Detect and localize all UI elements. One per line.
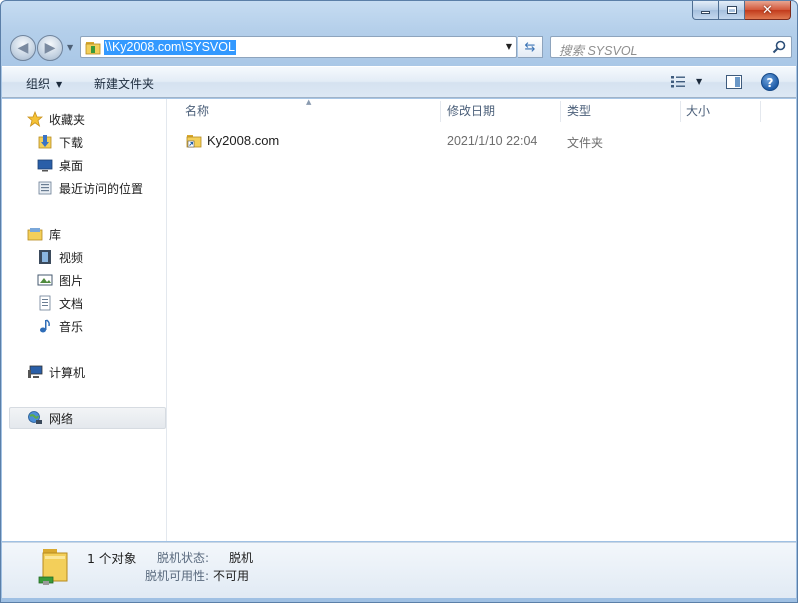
recent-places-icon <box>38 181 52 195</box>
nav-computer-label: 计算机 <box>49 365 86 380</box>
view-options-icon[interactable] <box>670 75 686 89</box>
folder-shortcut-icon <box>186 135 202 148</box>
help-button[interactable]: ? <box>761 73 779 91</box>
search-input[interactable]: 搜索 SYSVOL <box>550 36 792 58</box>
nav-pictures[interactable]: 图片 <box>37 269 83 291</box>
search-icon[interactable] <box>772 40 786 54</box>
nav-documents-label: 文档 <box>59 296 84 311</box>
nav-libraries[interactable]: 库 <box>27 223 61 245</box>
nav-network-label: 网络 <box>49 411 74 426</box>
nav-music[interactable]: 音乐 <box>37 315 83 337</box>
sort-ascending-icon: ▲ <box>306 98 312 106</box>
organize-button[interactable]: 组织 ▼ <box>26 75 62 92</box>
nav-desktop[interactable]: 桌面 <box>37 154 83 176</box>
offline-status-label: 脱机状态: <box>157 551 210 565</box>
column-header-type[interactable]: 类型 <box>567 99 591 124</box>
column-divider[interactable] <box>440 101 441 122</box>
search-placeholder: 搜索 SYSVOL <box>559 44 638 58</box>
network-folder-icon <box>85 42 101 55</box>
column-divider[interactable] <box>560 101 561 122</box>
library-icon <box>27 228 43 241</box>
maximize-button[interactable] <box>719 1 745 20</box>
offline-availability-label: 脱机可用性: <box>145 569 210 583</box>
network-folder-icon <box>38 549 68 585</box>
nav-recent-places-label: 最近访问的位置 <box>59 181 144 196</box>
view-options-dropdown[interactable]: ▼ <box>696 77 702 86</box>
nav-downloads[interactable]: 下载 <box>37 131 83 153</box>
maximize-icon <box>726 6 737 14</box>
refresh-icon: ⇆ <box>524 39 536 55</box>
refresh-button[interactable]: ⇆ <box>518 36 543 58</box>
new-folder-button[interactable]: 新建文件夹 <box>94 75 154 92</box>
explorer-window: ✕ ◀ ▶ ▼ \\Ky2008.com\SYSVOL ▼ ⇆ 搜索 SYSVO… <box>0 0 798 603</box>
command-bar: 组织 ▼ 新建文件夹 ▼ ? <box>2 66 796 98</box>
nav-pictures-label: 图片 <box>59 273 84 288</box>
offline-availability-value: 不可用 <box>213 569 250 583</box>
pictures-icon <box>37 274 53 286</box>
nav-recent-places[interactable]: 最近访问的位置 <box>37 177 143 199</box>
content-area: 收藏夹 下载 桌面 最近访问的位置 库 视频 图片 文档 音乐 计算机 网络 ▲… <box>2 98 796 541</box>
minimize-icon <box>701 11 710 14</box>
close-icon: ✕ <box>762 2 773 18</box>
minimize-button[interactable] <box>692 1 719 20</box>
address-dropdown-icon[interactable]: ▼ <box>506 42 512 51</box>
desktop-icon <box>37 159 53 172</box>
chevron-down-icon: ▼ <box>56 80 63 89</box>
column-header-date[interactable]: 修改日期 <box>447 99 495 124</box>
nav-videos-label: 视频 <box>59 250 84 265</box>
nav-libraries-label: 库 <box>49 227 62 242</box>
nav-videos[interactable]: 视频 <box>37 246 83 268</box>
video-icon <box>39 250 51 264</box>
organize-label: 组织 <box>26 77 51 91</box>
close-button[interactable]: ✕ <box>745 1 791 20</box>
network-icon <box>28 411 42 424</box>
item-count: 1 个对象 <box>87 551 137 566</box>
column-divider[interactable] <box>680 101 681 122</box>
music-icon <box>40 319 50 333</box>
nav-favorites[interactable]: 收藏夹 <box>27 108 85 130</box>
nav-computer[interactable]: 计算机 <box>27 361 85 383</box>
back-button[interactable]: ◀ <box>10 35 36 61</box>
offline-status-value: 脱机 <box>229 551 254 565</box>
navigation-bar: ◀ ▶ ▼ \\Ky2008.com\SYSVOL ▼ ⇆ 搜索 SYSVOL <box>1 31 798 63</box>
caption-buttons: ✕ <box>692 1 791 21</box>
nav-downloads-label: 下载 <box>59 135 84 150</box>
file-name[interactable]: Ky2008.com <box>207 133 279 148</box>
address-bar[interactable]: \\Ky2008.com\SYSVOL ▼ <box>80 36 517 58</box>
forward-arrow-icon: ▶ <box>44 40 56 56</box>
star-icon <box>27 111 43 127</box>
forward-button[interactable]: ▶ <box>37 35 63 61</box>
file-type: 文件夹 <box>567 136 604 150</box>
file-row[interactable]: Ky2008.com 2021/1/10 22:04 文件夹 <box>183 131 783 151</box>
column-header-size[interactable]: 大小 <box>686 99 710 124</box>
address-path[interactable]: \\Ky2008.com\SYSVOL <box>104 40 236 55</box>
back-arrow-icon: ◀ <box>17 40 29 56</box>
nav-music-label: 音乐 <box>59 319 84 334</box>
downloads-folder-icon <box>38 135 52 149</box>
navigation-pane: 收藏夹 下载 桌面 最近访问的位置 库 视频 图片 文档 音乐 计算机 网络 <box>2 99 167 541</box>
nav-network[interactable]: 网络 <box>9 407 166 429</box>
nav-documents[interactable]: 文档 <box>37 292 83 314</box>
documents-icon <box>39 295 51 311</box>
nav-desktop-label: 桌面 <box>59 158 84 173</box>
column-divider[interactable] <box>760 101 761 122</box>
computer-icon <box>28 365 43 378</box>
preview-pane-button[interactable] <box>726 75 742 89</box>
file-date: 2021/1/10 22:04 <box>447 134 538 148</box>
details-pane: 1 个对象 脱机状态: 脱机 脱机可用性: 不可用 <box>2 542 796 598</box>
file-list: ▲ 名称 修改日期 类型 大小 Ky2008.com 2021/1/10 22:… <box>168 98 796 541</box>
column-header-name[interactable]: 名称 <box>185 99 209 124</box>
nav-favorites-label: 收藏夹 <box>49 112 86 127</box>
recent-pages-dropdown[interactable]: ▼ <box>67 43 73 52</box>
help-icon: ? <box>766 76 774 90</box>
